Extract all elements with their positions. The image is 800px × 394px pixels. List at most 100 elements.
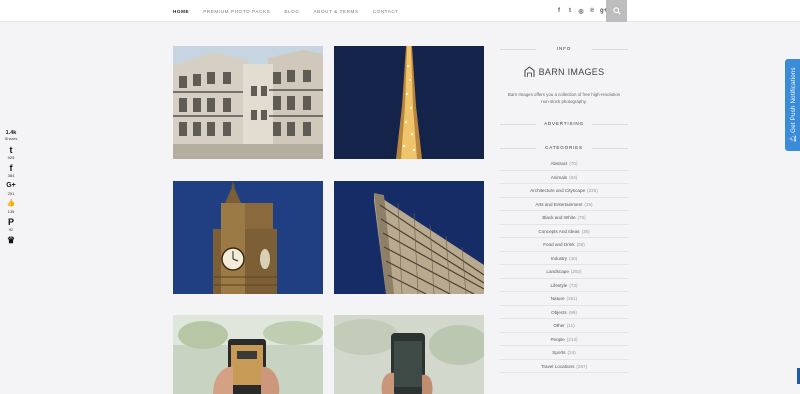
photo-image <box>334 315 484 394</box>
category-item[interactable]: Sports (24) <box>500 346 628 360</box>
share-count: 92 <box>8 227 14 232</box>
category-count: (40) <box>569 255 578 261</box>
photo-phone-in-hand[interactable] <box>334 315 484 394</box>
category-count: (73) <box>569 282 578 288</box>
photo-phone-in-hand[interactable] <box>173 315 323 394</box>
category-name: Travel Locations <box>540 363 575 369</box>
instagram-icon[interactable]: ◎ <box>578 8 584 15</box>
share-total-label: Shares <box>4 136 18 141</box>
share-twitter[interactable]: t 925 <box>2 145 20 160</box>
category-count: (282) <box>570 269 582 274</box>
nav-about-terms[interactable]: About & Terms <box>314 9 359 14</box>
category-count: (70) <box>569 161 578 166</box>
category-name: Architecture and Cityscape <box>530 188 586 193</box>
share-count: 251 <box>7 191 15 196</box>
google-plus-icon: G+ <box>6 182 16 189</box>
photo-image <box>173 315 323 394</box>
share-pinterest[interactable]: P 92 <box>2 217 20 232</box>
top-navbar: Home Premium Photo Packs Blog About & Te… <box>0 0 800 22</box>
share-facebook[interactable]: f 384 <box>2 163 20 178</box>
pinterest-icon: P <box>7 217 14 227</box>
twitter-icon[interactable]: t <box>567 8 573 14</box>
category-count: (59) <box>576 242 585 247</box>
nav-blog[interactable]: Blog <box>284 9 299 14</box>
thumbs-up-icon: 👍 <box>6 200 16 207</box>
category-name: Food and Drink <box>543 242 575 247</box>
advertising-heading: Advertising <box>500 119 628 129</box>
category-count: (70) <box>577 215 586 220</box>
photo-eiffel-tower[interactable] <box>334 46 484 159</box>
photo-flatiron-building[interactable] <box>334 181 484 294</box>
category-item[interactable]: Architecture and Cityscape (225) <box>500 184 628 198</box>
share-count: 925 <box>7 155 15 160</box>
category-name: Industry <box>550 255 568 261</box>
sidebar: Info BARN IMAGES Barn Images offers you … <box>500 44 628 373</box>
share-bar: 1.4k Shares t 925 f 384 G+ 251 👍 135 P 9… <box>2 130 20 248</box>
photo-image <box>334 46 484 159</box>
crown-icon: ♛ <box>6 235 16 245</box>
category-item[interactable]: Lifestyle (73) <box>500 279 628 292</box>
category-count: (38) <box>581 228 590 234</box>
pinterest-icon[interactable]: ℗ <box>589 8 595 14</box>
twitter-icon: t <box>9 145 13 155</box>
nav-premium-photo-packs[interactable]: Premium Photo Packs <box>203 9 270 14</box>
social-links: f t ◎ ℗ g+ <box>556 0 607 22</box>
category-item[interactable]: People (213) <box>500 333 628 346</box>
share-more[interactable]: ♛ <box>2 235 20 245</box>
category-name: Abstract <box>550 161 568 166</box>
categories-heading: Categories <box>500 143 628 153</box>
category-name: Concepts And Ideas <box>538 228 580 234</box>
barn-icon <box>524 66 535 77</box>
category-name: Black and White <box>542 215 576 220</box>
search-button[interactable] <box>606 0 627 22</box>
category-item[interactable]: Abstract (70) <box>500 157 628 171</box>
category-name: Landscape <box>546 269 569 274</box>
category-name: Lifestyle <box>550 282 568 288</box>
category-item[interactable]: Black and White (70) <box>500 211 628 225</box>
about-text: Barn Images offers you a collection of f… <box>507 92 621 104</box>
category-name: Other <box>553 323 565 328</box>
share-like[interactable]: 👍 135 <box>2 199 20 214</box>
photo-big-ben[interactable] <box>173 181 323 294</box>
category-item[interactable]: Travel Locations (267) <box>500 360 628 373</box>
category-list: Abstract (70) Animals (63) Architecture and … <box>500 157 628 373</box>
category-count: (11) <box>566 323 575 328</box>
category-count: (63) <box>569 174 578 180</box>
category-item[interactable]: Industry (40) <box>500 252 628 265</box>
category-count: (267) <box>576 363 588 369</box>
category-count: (361) <box>566 296 578 301</box>
info-heading: Info <box>500 44 628 54</box>
push-notifications-button[interactable]: 🔔︎ Get Push Notifications <box>785 59 800 151</box>
category-item[interactable]: Objects (99) <box>500 306 628 319</box>
photo-paris-building[interactable] <box>173 46 323 159</box>
category-count: (39) <box>584 201 593 207</box>
category-item[interactable]: Concepts And Ideas (38) <box>500 225 628 238</box>
push-notifications-label: 🔔︎ Get Push Notifications <box>789 67 797 143</box>
category-name: People <box>550 336 565 342</box>
category-item[interactable]: Food and Drink (59) <box>500 238 628 252</box>
facebook-icon[interactable]: f <box>556 8 562 14</box>
nav-home[interactable]: Home <box>173 9 189 14</box>
photo-image <box>173 181 323 294</box>
category-name: Sports <box>552 350 566 355</box>
bell-icon: 🔔︎ <box>789 132 797 143</box>
search-icon <box>612 7 621 15</box>
share-google-plus[interactable]: G+ 251 <box>2 181 20 196</box>
category-name: Nature <box>550 296 565 301</box>
facebook-icon: f <box>9 163 13 173</box>
photo-image <box>173 46 323 159</box>
category-name: Animals <box>550 174 568 180</box>
category-item[interactable]: Animals (63) <box>500 171 628 184</box>
brand-name: BARN IMAGES <box>538 67 605 77</box>
category-count: (24) <box>567 350 576 355</box>
category-item[interactable]: Nature (361) <box>500 292 628 306</box>
category-item[interactable]: Other (11) <box>500 319 628 333</box>
category-count: (213) <box>566 336 578 342</box>
category-item[interactable]: Landscape (282) <box>500 265 628 279</box>
category-item[interactable]: Arts and Entertainment (39) <box>500 198 628 211</box>
category-name: Arts and Entertainment <box>535 201 583 207</box>
main-nav: Home Premium Photo Packs Blog About & Te… <box>173 0 413 22</box>
category-count: (99) <box>568 309 577 315</box>
brand-logo[interactable]: BARN IMAGES <box>500 66 628 78</box>
nav-contact[interactable]: Contact <box>373 9 399 14</box>
